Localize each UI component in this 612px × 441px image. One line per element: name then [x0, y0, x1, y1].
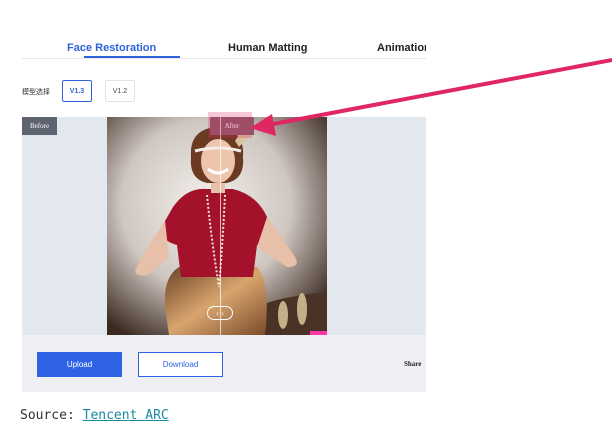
model-select-label: 模型选择 — [22, 89, 50, 96]
version-v1-2-button[interactable]: V1.2 — [105, 80, 135, 102]
source-prefix: Source: — [20, 408, 75, 423]
tab-face-restoration[interactable]: Face Restoration — [67, 42, 156, 54]
mode-tabs: Face Restoration Human Matting Animation — [22, 38, 426, 60]
source-link[interactable]: Tencent ARC — [83, 408, 169, 423]
version-v1-3-button[interactable]: V1.3 — [62, 80, 92, 102]
download-button[interactable]: Download — [138, 352, 223, 377]
tab-human-matting[interactable]: Human Matting — [228, 42, 307, 54]
slider-handle[interactable]: ‹ › — [207, 306, 233, 320]
action-bar: Upload Download Share — [22, 335, 426, 392]
restored-portrait-image — [107, 117, 327, 335]
source-caption: Source: Tencent ARC — [20, 408, 169, 423]
upload-button[interactable]: Upload — [37, 352, 122, 377]
share-label[interactable]: Share — [404, 360, 421, 368]
left-right-arrows-icon: ‹ › — [216, 308, 224, 318]
tab-animation[interactable]: Animation — [377, 42, 426, 54]
tabs-divider — [22, 58, 426, 59]
before-label: Before — [22, 117, 58, 135]
after-label: After — [210, 117, 254, 135]
before-after-comparison[interactable]: Before After ‹ › — [22, 117, 426, 335]
comparison-divider — [220, 117, 221, 335]
